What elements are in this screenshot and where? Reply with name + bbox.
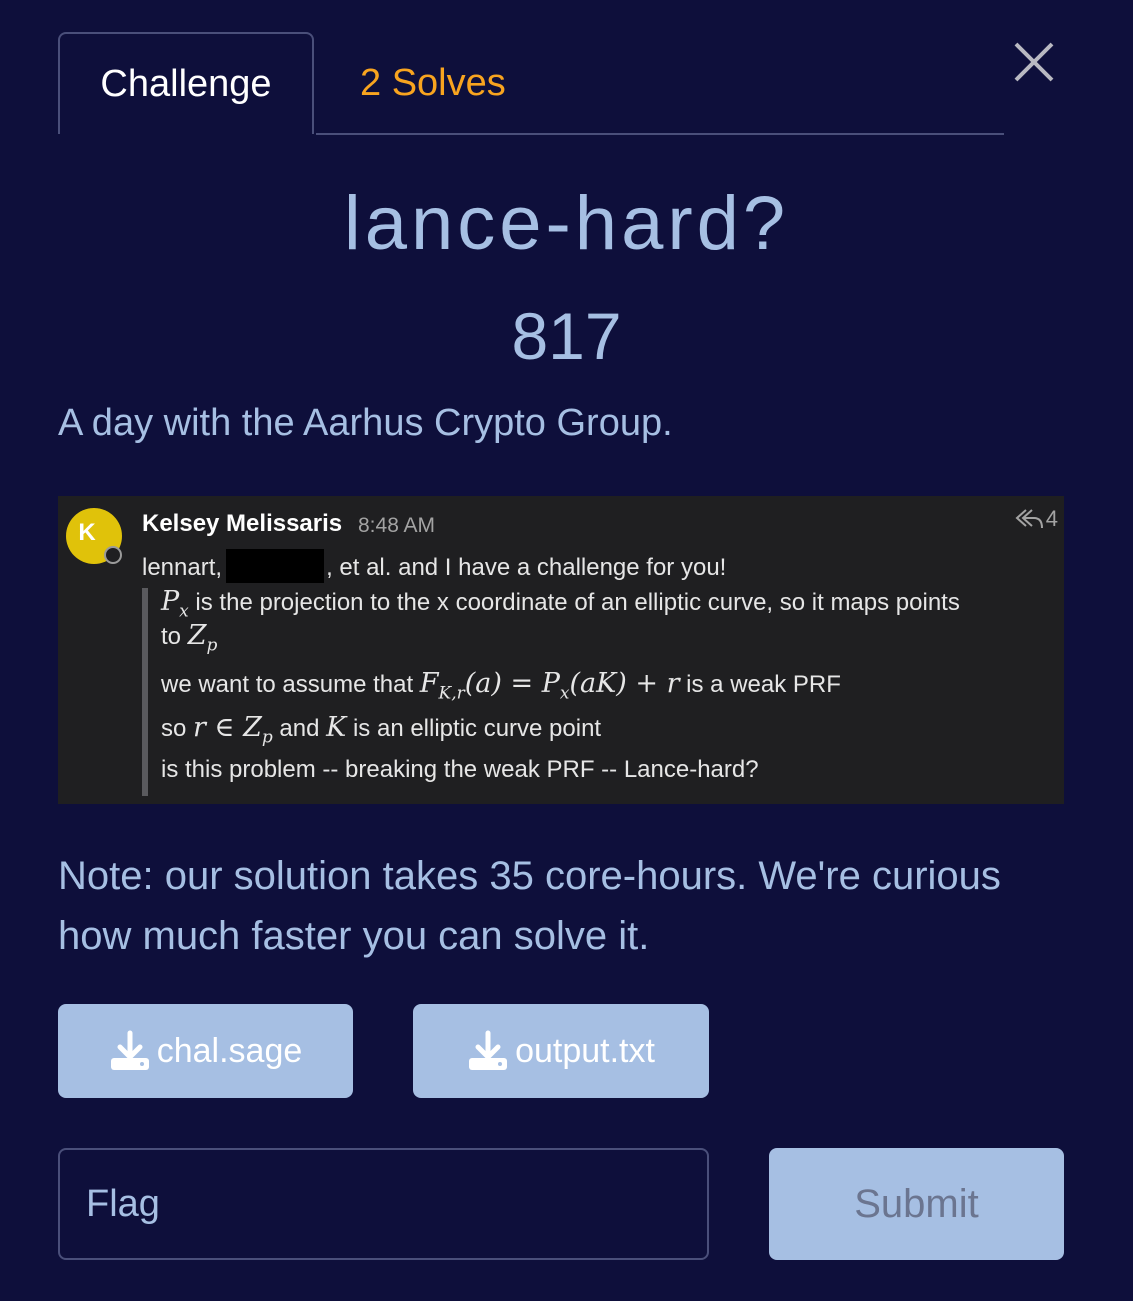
math-r-in-zp: r ∈ Zp: [193, 712, 273, 748]
message-time: 8:48 AM: [358, 514, 436, 537]
quote-line-1: Px is the projection to the x coordinate…: [161, 586, 960, 622]
download-icon: [469, 1030, 508, 1070]
message-author: Kelsey Melissaris: [142, 510, 343, 537]
avatar-letter: K: [78, 519, 96, 546]
challenge-tabs: Challenge 2 Solves: [58, 32, 1004, 136]
message-prefix: lennart,: [142, 554, 223, 581]
flag-input[interactable]: [58, 1148, 709, 1260]
reply-count: 4: [1014, 506, 1058, 532]
submit-label: Submit: [854, 1181, 979, 1226]
quote-line-3: we want to assume that FK,r(a) = Px(aK) …: [161, 668, 841, 704]
challenge-description: A day with the Aarhus Crypto Group.: [58, 402, 673, 444]
reply-icon: [1015, 509, 1043, 529]
quote-line-4: so r ∈ Zp and K is an elliptic curve poi…: [161, 712, 602, 748]
challenge-name: lance-hard?: [343, 181, 790, 266]
quote-line-5: is this problem -- breaking the weak PRF…: [161, 756, 759, 783]
redacted-name-block: [226, 549, 325, 583]
math-zp: Zp: [187, 620, 218, 656]
tab-challenge[interactable]: Challenge: [58, 32, 314, 134]
challenge-note: Note: our solution takes 35 core-hours. …: [58, 854, 1001, 958]
download-label: chal.sage: [156, 1031, 303, 1070]
tab-solves-label: 2 Solves: [360, 61, 506, 104]
math-k: K: [326, 712, 347, 743]
reply-count-value: 4: [1045, 506, 1058, 531]
status-indicator: [104, 546, 122, 564]
message-text: lennart, , et al. and I have a challenge …: [142, 549, 726, 583]
chat-message-screenshot: K Kelsey Melissaris 8:48 AM 4 lennart, , …: [58, 496, 1064, 804]
close-button[interactable]: [1010, 40, 1058, 88]
submit-button[interactable]: Submit: [769, 1148, 1064, 1260]
math-px: Px: [161, 586, 189, 622]
quote-line-2: to Zp: [161, 620, 218, 656]
quote-bar: [142, 588, 148, 796]
challenge-points: 817: [511, 299, 622, 373]
math-prf-formula: FK,r(a) = Px(aK) + r: [419, 668, 680, 704]
download-output-txt-button[interactable]: output.txt: [413, 1004, 709, 1098]
tab-divider: [316, 133, 1004, 135]
download-icon: [110, 1030, 149, 1070]
tab-challenge-label: Challenge: [100, 62, 272, 105]
download-chal-sage-button[interactable]: chal.sage: [58, 1004, 353, 1098]
tab-solves[interactable]: 2 Solves: [338, 32, 528, 134]
close-icon: [1014, 42, 1054, 82]
message-suffix: , et al. and I have a challenge for you!: [326, 554, 727, 581]
download-label: output.txt: [515, 1031, 655, 1070]
